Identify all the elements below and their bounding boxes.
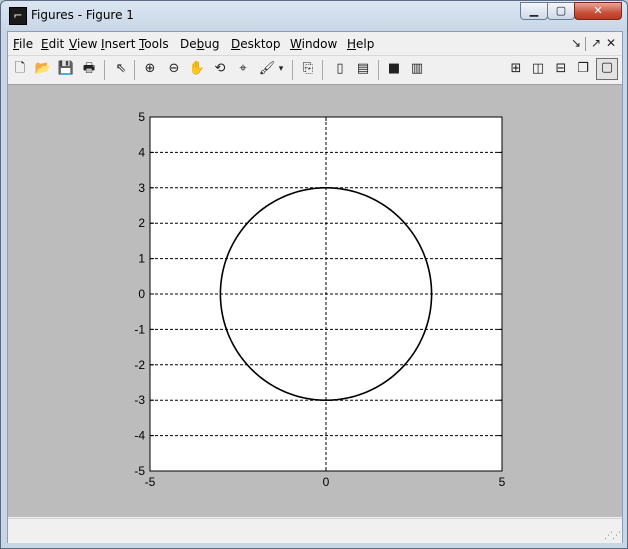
save-icon[interactable]: 💾 xyxy=(57,60,75,78)
y-tick-label: 0 xyxy=(138,287,145,301)
menu-help[interactable]: Help xyxy=(347,37,374,51)
y-tick-label: -2 xyxy=(134,358,145,372)
y-tick-label: -3 xyxy=(134,393,145,407)
menu-tools[interactable]: Tools xyxy=(139,37,169,51)
figure-client: File Edit View Insert Tools Debug Deskto… xyxy=(7,31,623,543)
maximize-figure-icon[interactable]: ▢ xyxy=(596,58,618,80)
legend-icon[interactable]: ▤ xyxy=(354,60,372,78)
tile-grid-icon[interactable]: ⊞ xyxy=(507,60,525,78)
colorbar-icon[interactable]: ▯ xyxy=(331,60,349,78)
menu-edit[interactable]: Edit xyxy=(41,37,64,51)
matlab-icon: ⌐ xyxy=(9,7,27,25)
x-tick-label: 0 xyxy=(323,475,330,489)
y-tick-label: -1 xyxy=(134,322,145,336)
maximize-button[interactable]: ▢ xyxy=(547,2,575,20)
float-icon[interactable]: ❐ xyxy=(574,60,592,78)
y-tick-label: 3 xyxy=(138,181,145,195)
close-icon: ✕ xyxy=(593,4,603,17)
minimize-button[interactable]: ▁ xyxy=(520,2,548,20)
maximize-icon: ▢ xyxy=(555,4,567,17)
undock-arrow-icon[interactable]: ↘ xyxy=(571,36,581,50)
x-tick-label: 5 xyxy=(499,475,506,489)
hide-plot-tools-icon[interactable]: ■ xyxy=(385,60,403,78)
link-plot-icon[interactable]: ⎘ xyxy=(299,60,317,78)
pointer-icon[interactable]: ⇖ xyxy=(112,60,130,78)
y-tick-label: 2 xyxy=(138,216,145,230)
close-button[interactable]: ✕ xyxy=(574,2,622,20)
axes-plot[interactable]: -5-4-3-2-1012345-5 0 5 xyxy=(8,85,622,517)
print-icon[interactable]: 🖶 xyxy=(80,60,98,78)
brush-dropdown-icon[interactable]: ▾ xyxy=(276,60,286,78)
y-tick-label: 1 xyxy=(138,252,145,266)
tile-rows-icon[interactable]: ⊟ xyxy=(552,60,570,78)
menu-file[interactable]: File xyxy=(13,37,33,51)
rotate-3d-icon[interactable]: ⟲ xyxy=(211,60,229,78)
minimize-icon: ▁ xyxy=(529,4,539,17)
toolbar-separator xyxy=(292,60,293,80)
menu-separator xyxy=(585,37,586,51)
toolbar-separator xyxy=(134,60,135,80)
brush-icon[interactable]: 🖌 xyxy=(258,60,276,78)
resize-grip-icon[interactable]: ⋰⋰ xyxy=(604,531,621,541)
zoom-out-icon[interactable]: ⊖ xyxy=(165,60,183,78)
status-bar: ⋰⋰ xyxy=(8,518,622,543)
show-plot-tools-icon[interactable]: ▥ xyxy=(408,60,426,78)
title-bar[interactable]: ⌐ Figures - Figure 1 ▁ ▢ ✕ xyxy=(1,1,627,31)
menu-debug[interactable]: Debug xyxy=(180,37,219,51)
open-file-icon[interactable]: 📂 xyxy=(34,60,52,78)
data-cursor-icon[interactable]: ⌖ xyxy=(234,60,252,78)
toolbar-separator xyxy=(322,60,323,80)
figure-toolbar: 🗋 📂 💾 🖶 ⇖ ⊕ ⊖ ✋ ⟲ ⌖ 🖌 ▾ ⎘ ▯ ▤ ■ ▥ ⊞ ◫ ⊟ xyxy=(8,55,622,85)
window-title: Figures - Figure 1 xyxy=(31,8,134,22)
toolbar-separator xyxy=(104,60,105,80)
y-tick-label: -4 xyxy=(134,429,145,443)
pan-hand-icon[interactable]: ✋ xyxy=(188,60,206,78)
menu-view[interactable]: View xyxy=(69,37,97,51)
y-tick-label: 4 xyxy=(138,145,145,159)
figure-canvas: -5 -4 -3 -2 -1 0 1 2 3 4 5 -5 0 5 xyxy=(8,85,622,517)
y-tick-label: 5 xyxy=(138,110,145,124)
menu-desktop[interactable]: Desktop xyxy=(231,37,281,51)
figure-window: ⌐ Figures - Figure 1 ▁ ▢ ✕ File Edit Vie… xyxy=(0,0,628,549)
x-tick-label: -5 xyxy=(145,475,156,489)
dock-arrow-icon[interactable]: ↗ xyxy=(591,36,601,50)
menu-bar: File Edit View Insert Tools Debug Deskto… xyxy=(8,32,622,55)
close-figure-icon[interactable]: ✕ xyxy=(606,36,616,50)
tile-columns-icon[interactable]: ◫ xyxy=(529,60,547,78)
toolbar-separator xyxy=(378,60,379,80)
new-figure-icon[interactable]: 🗋 xyxy=(11,60,29,78)
menu-insert[interactable]: Insert xyxy=(101,37,135,51)
menu-window[interactable]: Window xyxy=(290,37,337,51)
zoom-in-icon[interactable]: ⊕ xyxy=(141,60,159,78)
